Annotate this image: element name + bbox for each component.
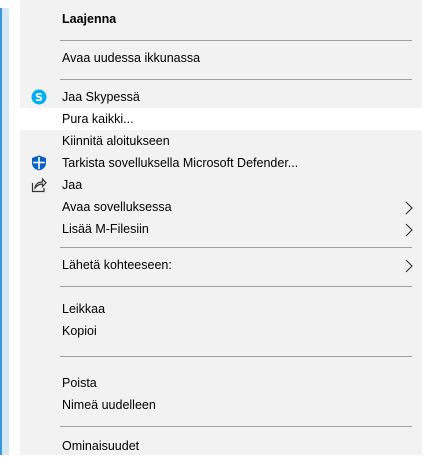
menu-item-label: Nimeä uudelleen (62, 398, 156, 412)
skype-icon: S (31, 89, 47, 105)
menu-item-open-new-window[interactable]: Avaa uudessa ikkunassa (20, 47, 422, 69)
menu-item-share[interactable]: Jaa (20, 174, 422, 196)
menu-item-delete[interactable]: Poista (20, 372, 422, 394)
menu-item-expand[interactable]: Laajenna (20, 8, 422, 30)
menu-item-scan-defender[interactable]: Tarkista sovelluksella Microsoft Defende… (20, 152, 422, 174)
context-menu: Laajenna Avaa uudessa ikkunassa S Jaa Sk… (20, 0, 422, 455)
defender-shield-icon (31, 155, 47, 171)
menu-item-pin-start[interactable]: Kiinnitä aloitukseen (20, 130, 422, 152)
menu-item-label: Pura kaikki... (62, 112, 134, 126)
menu-item-cut[interactable]: Leikkaa (20, 298, 422, 320)
menu-separator (60, 79, 412, 80)
menu-item-label: Kiinnitä aloitukseen (62, 134, 170, 148)
selection-strip (0, 8, 9, 455)
menu-separator (60, 247, 412, 248)
menu-item-label: Lisää M-Filesiin (62, 222, 149, 236)
menu-item-label: Tarkista sovelluksella Microsoft Defende… (62, 156, 299, 170)
menu-item-open-with[interactable]: Avaa sovelluksessa (20, 196, 422, 218)
menu-separator (60, 40, 412, 41)
menu-item-copy[interactable]: Kopioi (20, 320, 422, 342)
menu-item-label: Ominaisuudet (62, 439, 140, 453)
menu-item-label: Avaa uudessa ikkunassa (62, 51, 201, 65)
menu-separator (60, 356, 412, 357)
menu-item-add-mfiles[interactable]: Lisää M-Filesiin (20, 218, 422, 240)
chevron-right-icon (404, 200, 414, 215)
menu-separator (60, 426, 412, 427)
menu-item-share-skype[interactable]: S Jaa Skypessä (20, 86, 422, 108)
menu-item-label: Kopioi (62, 324, 97, 338)
chevron-right-icon (404, 258, 414, 273)
menu-item-label: Poista (62, 376, 97, 390)
menu-separator (60, 286, 412, 287)
menu-item-rename[interactable]: Nimeä uudelleen (20, 394, 422, 416)
menu-item-label: Jaa (62, 178, 83, 192)
menu-item-label: Laajenna (62, 12, 117, 26)
menu-item-label: Avaa sovelluksessa (62, 200, 172, 214)
menu-item-label: Lähetä kohteeseen: (62, 258, 172, 272)
svg-text:S: S (35, 91, 43, 104)
share-icon (31, 177, 47, 193)
menu-item-label: Leikkaa (62, 302, 106, 316)
menu-item-extract-all[interactable]: Pura kaikki... (20, 108, 422, 130)
menu-item-label: Jaa Skypessä (62, 90, 140, 104)
menu-item-properties[interactable]: Ominaisuudet (20, 435, 422, 457)
chevron-right-icon (404, 222, 414, 237)
menu-item-send-to[interactable]: Lähetä kohteeseen: (20, 254, 422, 276)
